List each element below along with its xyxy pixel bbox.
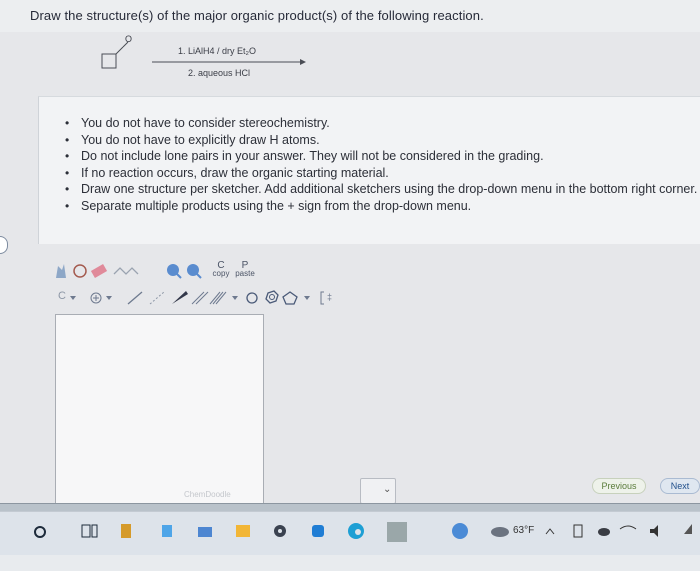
instruction-item: • Draw one structure per sketcher. Add ad… xyxy=(65,182,698,196)
screen-bottom-margin xyxy=(0,555,700,571)
single-bond-icon[interactable] xyxy=(127,291,143,305)
search-circle-icon[interactable] xyxy=(34,526,46,538)
instruction-item: • Do not include lone pairs in your answe… xyxy=(65,149,544,163)
instruction-item: • If no reaction occurs, draw the organic… xyxy=(65,165,389,180)
battery-icon[interactable] xyxy=(684,524,692,534)
tray-chevron-up-icon[interactable] xyxy=(545,528,555,535)
cyclobutane-ring xyxy=(101,53,117,69)
question-text: Draw the structure(s) of the major organ… xyxy=(30,8,484,23)
zoom-in-icon[interactable] xyxy=(167,264,182,279)
instructions-panel: • You do not have to consider stereochemi… xyxy=(38,96,700,244)
weather-temperature[interactable]: 63°F xyxy=(513,525,534,536)
sketcher-dropdown[interactable]: ⌄ xyxy=(360,478,396,504)
arrow-head xyxy=(300,59,306,65)
widgets-icon[interactable] xyxy=(121,524,131,538)
next-button[interactable]: Next xyxy=(660,478,700,494)
benzene-icon[interactable] xyxy=(265,290,279,304)
hand-icon[interactable] xyxy=(56,264,66,278)
element-dropdown-icon[interactable] xyxy=(70,296,76,300)
weather-cloud-icon xyxy=(491,527,509,537)
task-view-icon[interactable] xyxy=(81,524,98,538)
wedge-bond-icon[interactable] xyxy=(172,291,188,304)
reagent-line-2: 2. aqueous HCl xyxy=(188,68,251,78)
triple-bond-icon[interactable] xyxy=(209,291,227,305)
charge-dropdown-icon[interactable] xyxy=(106,296,112,300)
reaction-scheme: O 1. LiAlH4 / dry Et₂O 2. aqueous HCl xyxy=(96,34,316,84)
app-icon-blue[interactable] xyxy=(162,525,172,537)
sketcher-toolbar-top: C copy P paste xyxy=(52,260,272,282)
file-explorer-icon[interactable] xyxy=(236,525,250,537)
chevron-down-icon: ⌄ xyxy=(383,484,392,495)
chemdoodle-watermark: ChemDoodle xyxy=(184,490,231,499)
app-icon-folder[interactable] xyxy=(198,527,212,537)
question-bar: Draw the structure(s) of the major organ… xyxy=(0,0,700,32)
cyclopropane-icon[interactable] xyxy=(246,292,258,304)
sketcher-canvas[interactable] xyxy=(55,314,264,504)
dashed-bond-icon[interactable] xyxy=(149,291,165,305)
wifi-icon[interactable] xyxy=(619,525,637,530)
side-tab[interactable] xyxy=(0,236,8,254)
instruction-item: • You do not have to consider stereochemi… xyxy=(65,116,330,130)
chain-icon[interactable] xyxy=(113,267,139,275)
previous-button[interactable]: Previous xyxy=(592,478,646,494)
taskbar: 63°F xyxy=(0,511,700,555)
bracket-icon[interactable]: ‡ xyxy=(320,291,332,305)
double-bond-icon[interactable] xyxy=(191,291,209,305)
reagent-line-1: 1. LiAlH4 / dry Et₂O xyxy=(178,46,257,56)
photo-app-icon[interactable] xyxy=(387,522,407,542)
charge-plus-icon[interactable] xyxy=(90,292,102,304)
settings-gear-icon[interactable] xyxy=(274,525,286,537)
instruction-item: • You do not have to explicitly draw H at… xyxy=(65,132,320,147)
svg-text:‡: ‡ xyxy=(327,292,332,302)
instructions-list: • You do not have to consider stereochemi… xyxy=(63,115,700,214)
bond-dropdown-icon[interactable] xyxy=(232,296,238,300)
zoom-out-icon[interactable] xyxy=(187,264,202,279)
aldehyde-oxygen: O xyxy=(125,34,133,44)
cyclopentane-icon[interactable] xyxy=(282,291,298,305)
copy-button[interactable]: C copy xyxy=(212,261,230,278)
network-icon[interactable] xyxy=(573,524,583,538)
eraser-icon[interactable] xyxy=(90,264,108,278)
lasso-icon[interactable] xyxy=(73,264,87,278)
ch-bond xyxy=(115,46,124,55)
sketcher-toolbar-bottom: C ‡ xyxy=(52,288,362,308)
volume-icon[interactable] xyxy=(650,525,658,537)
onedrive-icon[interactable] xyxy=(598,528,610,536)
paste-button[interactable]: P paste xyxy=(234,261,256,278)
bottom-strip xyxy=(0,503,700,511)
edge-browser-icon[interactable] xyxy=(348,523,364,539)
ring-dropdown-icon[interactable] xyxy=(304,296,310,300)
signal-icon[interactable] xyxy=(312,525,324,537)
help-app-icon[interactable] xyxy=(452,523,468,539)
instruction-item: • Separate multiple products using the + … xyxy=(65,198,472,213)
